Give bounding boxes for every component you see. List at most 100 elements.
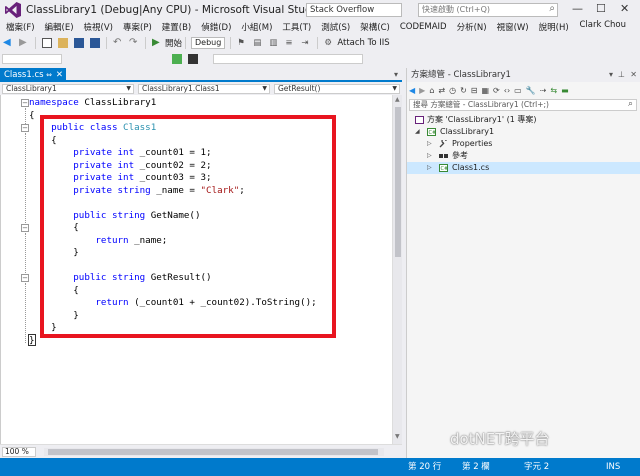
back-icon[interactable]: ◀ <box>3 38 13 48</box>
expanded-arrow-icon[interactable]: ◢ <box>415 126 420 138</box>
menu-architecture[interactable]: 架構(C) <box>360 21 390 33</box>
tree-item-references[interactable]: ▷ 參考 <box>407 150 640 162</box>
indent-icon[interactable]: ⇥ <box>301 38 311 48</box>
toolbar-separator <box>230 37 232 49</box>
bookmark-icon[interactable]: ⚑ <box>237 38 247 48</box>
cleanup-icon[interactable] <box>188 54 198 64</box>
collapsed-arrow-icon[interactable]: ▷ <box>427 150 432 162</box>
close-button[interactable]: ✕ <box>620 2 629 15</box>
pin-icon[interactable]: ⇔ <box>46 68 52 82</box>
scroll-up-icon[interactable]: ▲ <box>395 96 400 103</box>
collapse-all-icon[interactable]: ⊟ <box>471 86 478 95</box>
scroll-thumb[interactable] <box>395 107 401 257</box>
fold-namespace-icon[interactable]: − <box>21 99 29 107</box>
collapsed-arrow-icon[interactable]: ▷ <box>427 138 432 150</box>
format-icon[interactable]: ≡ <box>285 38 295 48</box>
forward-icon[interactable]: ▶ <box>419 86 425 95</box>
fold-class-icon[interactable]: − <box>21 124 29 132</box>
fold-getname-icon[interactable]: − <box>21 224 29 232</box>
close-panel-icon[interactable]: ✕ <box>630 68 637 82</box>
back-icon[interactable]: ◀ <box>409 86 415 95</box>
collapsed-arrow-icon[interactable]: ▷ <box>427 162 432 174</box>
editor-horizontal-scrollbar[interactable] <box>44 448 384 456</box>
show-all-files-icon[interactable]: ▦ <box>481 86 489 95</box>
member-dropdown[interactable]: GetResult() ▼ <box>274 84 400 94</box>
menu-file[interactable]: 檔案(F) <box>6 21 35 33</box>
sync-icon[interactable]: ⇄ <box>438 86 445 95</box>
menu-analyze[interactable]: 分析(N) <box>457 21 487 33</box>
save-icon[interactable] <box>74 38 84 48</box>
tree-item-label: Properties <box>452 139 493 148</box>
tree-item-solution[interactable]: 方案 'ClassLibrary1' (1 專案) <box>407 114 640 126</box>
wrench-icon[interactable]: 🔧 <box>526 86 536 95</box>
menu-project[interactable]: 專案(P) <box>123 21 152 33</box>
history-icon[interactable]: ◷ <box>449 86 456 95</box>
hscroll-thumb[interactable] <box>48 449 378 455</box>
outline-guide <box>25 233 26 273</box>
code-line: namespace ClassLibrary1 <box>29 97 317 110</box>
zoom-dropdown[interactable]: 100 % <box>2 447 36 457</box>
menu-codemaid[interactable]: CODEMAID <box>400 22 447 32</box>
undo-icon[interactable]: ↶ <box>113 38 123 48</box>
status-bar: 第 20 行 第 2 欄 字元 2 INS <box>0 458 640 476</box>
secondary-dropdown[interactable] <box>2 54 62 64</box>
pin-icon[interactable]: ⊥ <box>618 68 625 82</box>
attach-to-iis-button[interactable]: Attach To IIS <box>337 38 389 48</box>
new-project-icon[interactable] <box>42 38 52 48</box>
tree-item-class1-cs[interactable]: ▷ C# Class1.cs <box>407 162 640 174</box>
user-name[interactable]: Clark Chou <box>579 20 626 30</box>
quick-launch-input[interactable]: 快速啟動 (Ctrl+Q) ⌕ <box>418 3 558 17</box>
editor-vertical-scrollbar[interactable]: ▲ ▼ <box>392 95 402 444</box>
stack-overflow-search[interactable]: Stack Overflow <box>306 3 402 17</box>
comment-icon[interactable]: ▤ <box>253 38 263 48</box>
solution-config-dropdown[interactable]: Debug <box>191 37 226 49</box>
code-token: ClassLibrary1 <box>84 97 157 108</box>
sync-with-document-icon[interactable]: ⇆ <box>550 86 557 95</box>
open-file-icon[interactable] <box>58 38 68 48</box>
menu-edit[interactable]: 編輯(E) <box>45 21 74 33</box>
menu-help[interactable]: 說明(H) <box>539 21 569 33</box>
tree-item-label: ClassLibrary1 <box>440 127 495 136</box>
menu-debug[interactable]: 偵錯(D) <box>201 21 231 33</box>
preview-icon[interactable]: ⇢ <box>540 86 547 95</box>
minus-icon[interactable]: ▬ <box>561 86 569 95</box>
tab-class1-cs[interactable]: Class1.cs ⇔ ✕ <box>0 68 66 82</box>
fold-getresult-icon[interactable]: − <box>21 274 29 282</box>
status-line: 第 20 行 <box>408 462 442 472</box>
menu-view[interactable]: 檢視(V) <box>84 21 113 33</box>
tree-item-label: Class1.cs <box>452 163 490 172</box>
minimize-button[interactable]: — <box>572 2 583 15</box>
scroll-down-icon[interactable]: ▼ <box>395 433 400 440</box>
start-label[interactable]: 開始 <box>165 37 182 49</box>
secondary-dropdown-2[interactable] <box>213 54 363 64</box>
gear-icon[interactable]: ⚙ <box>324 38 334 48</box>
forward-icon[interactable]: ▶ <box>19 38 29 48</box>
redo-icon[interactable]: ↷ <box>129 38 139 48</box>
home-icon[interactable]: ⌂ <box>429 86 434 95</box>
tree-item-properties[interactable]: ▷ Properties <box>407 138 640 150</box>
uncomment-icon[interactable]: ▥ <box>269 38 279 48</box>
view-code-icon[interactable]: ‹› <box>504 86 510 95</box>
menu-test[interactable]: 測試(S) <box>321 21 350 33</box>
menu-team[interactable]: 小組(M) <box>241 21 272 33</box>
solution-explorer-search-input[interactable]: 搜尋 方案總管 - ClassLibrary1 (Ctrl+;) ⌕ <box>409 99 637 111</box>
refresh-files-icon[interactable]: ⟳ <box>493 86 500 95</box>
tab-dropdown-icon[interactable]: ▾ <box>394 68 398 82</box>
project-dropdown[interactable]: ClassLibrary1 ▼ <box>2 84 134 94</box>
codemaid-icon[interactable] <box>172 54 182 64</box>
tree-item-project[interactable]: ◢ C# ClassLibrary1 <box>407 126 640 138</box>
properties-icon[interactable]: ▭ <box>514 86 522 95</box>
search-icon: ⌕ <box>549 3 555 14</box>
panel-dropdown-icon[interactable]: ▾ <box>609 68 613 82</box>
maximize-button[interactable]: ☐ <box>596 2 606 15</box>
class-dropdown[interactable]: ClassLibrary1.Class1 ▼ <box>138 84 270 94</box>
menu-window[interactable]: 視窗(W) <box>497 21 529 33</box>
close-tab-icon[interactable]: ✕ <box>56 68 63 82</box>
refresh-icon[interactable]: ↻ <box>460 86 467 95</box>
menu-tools[interactable]: 工具(T) <box>282 21 311 33</box>
save-all-icon[interactable] <box>90 38 100 48</box>
start-debug-icon[interactable]: ▶ <box>152 38 162 48</box>
menu-build[interactable]: 建置(B) <box>162 21 191 33</box>
outline-guide <box>25 133 26 223</box>
watermark-text: dotNET跨平台 <box>450 430 550 448</box>
